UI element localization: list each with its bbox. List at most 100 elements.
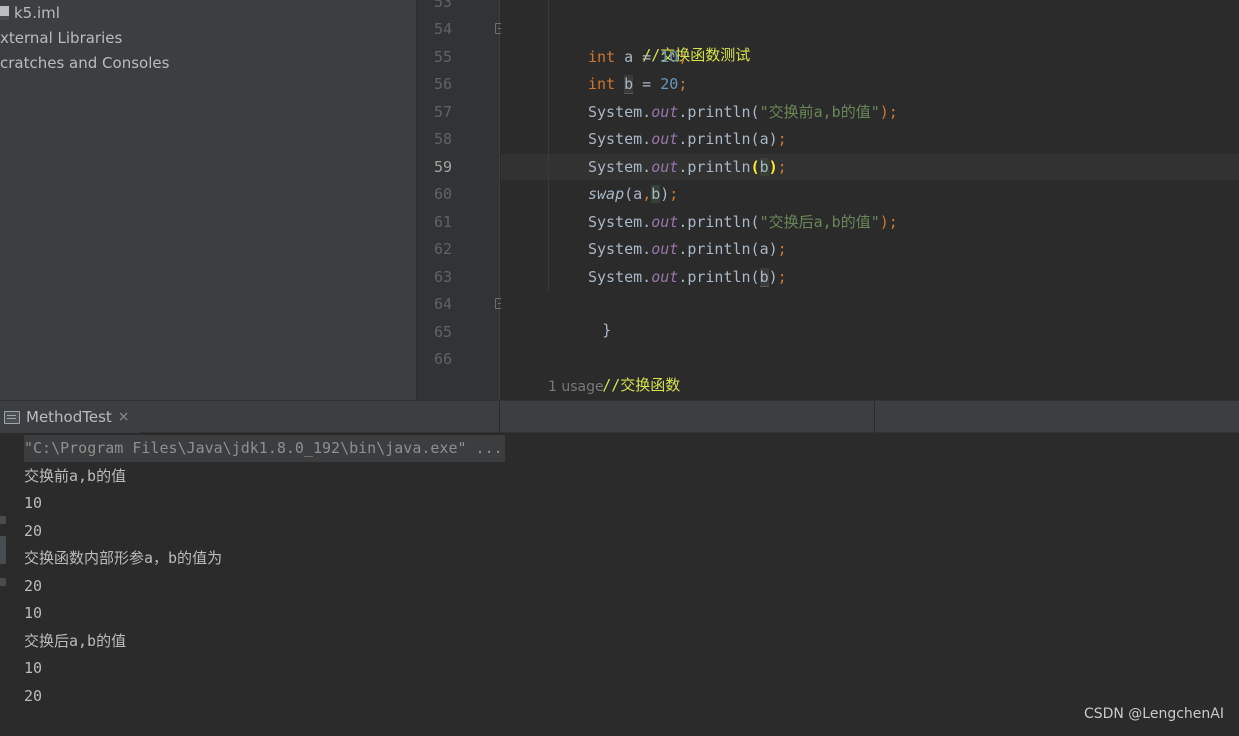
identifier-highlighted: b [759, 158, 769, 176]
comment: //交换函数 [602, 376, 681, 394]
method-name: swap [588, 185, 625, 203]
paren-match-close: ) [768, 158, 778, 176]
method-call: .println( [678, 103, 760, 121]
tab-label: MethodTest [26, 408, 112, 426]
line-number: 64 [433, 295, 452, 313]
statement-end: ); [879, 103, 898, 121]
statement-end: ; [777, 240, 787, 258]
semicolon: ; [678, 75, 688, 93]
console-line: 10 [24, 494, 43, 512]
class-ref: System. [588, 268, 652, 286]
static-field: out [651, 130, 679, 148]
semicolon: ; [678, 48, 688, 66]
divider [499, 401, 500, 434]
line-number: 65 [433, 323, 452, 341]
static-field: out [651, 213, 679, 231]
class-ref: System. [588, 213, 652, 231]
method-call: .println( [678, 268, 760, 286]
keyword: int [588, 75, 616, 93]
file-icon [0, 6, 9, 20]
line-number: 63 [433, 268, 452, 286]
project-tree-panel: k5.iml xternal Libraries cratches and Co… [0, 0, 417, 400]
code-line-55: int a = 10; [588, 44, 687, 70]
console-line: 20 [24, 577, 43, 595]
tree-item-label: cratches and Consoles [0, 54, 170, 72]
static-field: out [651, 103, 679, 121]
line-number: 57 [433, 103, 452, 121]
console-line: 10 [24, 659, 43, 677]
console-icon [4, 410, 20, 424]
line-number: 62 [433, 240, 452, 258]
code-editor[interactable]: //交换函数测试 int a = 10; int b = 20; System.… [501, 0, 1239, 400]
statement-end: ); [879, 213, 898, 231]
usage-hint[interactable]: 1 usage [548, 379, 604, 395]
watermark: CSDN @LengchenAI [1083, 706, 1224, 722]
console-line: 20 [24, 687, 43, 705]
code-line-57: System.out.println("交换前a,b的值"); [588, 99, 898, 125]
console-line: 交换函数内部形参a，b的值为 [24, 549, 223, 567]
operator: = [633, 48, 661, 66]
method-call: .println [678, 158, 751, 176]
code-line-64: } [548, 291, 611, 339]
method-call: .println( [678, 213, 760, 231]
line-number: 66 [433, 350, 452, 368]
line-number-current: 59 [433, 158, 452, 176]
operator: = [633, 75, 661, 93]
semicolon: ; [669, 185, 679, 203]
code-line-58: System.out.println(a); [588, 126, 787, 152]
code-line-63: System.out.println(b); [588, 264, 787, 290]
comma: , [642, 185, 652, 203]
method-call: .println(a) [678, 240, 778, 258]
statement-end: ; [777, 130, 787, 148]
close-icon[interactable]: × [118, 409, 130, 425]
console-output[interactable]: "C:\Program Files\Java\jdk1.8.0_192\bin\… [12, 434, 1239, 736]
code-line-66: //交换函数 [548, 346, 680, 394]
number: 20 [660, 75, 679, 93]
paren-close: ) [660, 185, 670, 203]
static-field: out [651, 268, 679, 286]
paren-close: ) [768, 268, 778, 286]
keyword: int [588, 48, 616, 66]
identifier-highlighted: b [651, 185, 661, 203]
scroll-marker [0, 578, 6, 586]
string-literal: "交换后a,b的值" [759, 213, 880, 231]
args: (a [624, 185, 643, 203]
code-line-60: swap(a,b); [588, 181, 678, 207]
console-side-strip [0, 434, 12, 736]
static-field: out [651, 158, 679, 176]
paren-match-open: ( [750, 158, 760, 176]
console-line: 20 [24, 522, 43, 540]
line-number: 54 [433, 20, 452, 38]
static-field: out [651, 240, 679, 258]
code-line-62: System.out.println(a); [588, 236, 787, 262]
code-line-56: int b = 20; [588, 71, 687, 97]
code-line-61: System.out.println("交换后a,b的值"); [588, 209, 898, 235]
indent-guide [548, 0, 549, 292]
tree-item-scratches-and-consoles[interactable]: cratches and Consoles [0, 51, 169, 75]
method-call: .println(a) [678, 130, 778, 148]
console-command-line: "C:\Program Files\Java\jdk1.8.0_192\bin\… [24, 435, 505, 462]
class-ref: System. [588, 158, 652, 176]
tree-item-label: k5.iml [14, 4, 60, 22]
code-line-54: //交换函数测试 [588, 16, 750, 64]
tree-item-external-libraries[interactable]: xternal Libraries [0, 26, 122, 50]
tab-method-test[interactable]: MethodTest × [0, 401, 140, 433]
run-toolwindow-header: MethodTest × [0, 400, 1239, 434]
closing-brace: } [602, 321, 612, 339]
string-literal: "交换前a,b的值" [759, 103, 880, 121]
editor-gutter: 53 54 55 56 57 58 59 60 61 62 63 64 65 6… [418, 0, 506, 400]
line-number: 58 [433, 130, 452, 148]
number: 10 [660, 48, 679, 66]
tree-item-k5-iml[interactable]: k5.iml [0, 1, 60, 25]
divider [874, 401, 875, 434]
console-line: 10 [24, 604, 43, 622]
identifier-highlighted: b [759, 268, 769, 287]
console-line: 交换前a,b的值 [24, 467, 127, 485]
semicolon: ; [777, 158, 787, 176]
console-line: 交换后a,b的值 [24, 632, 127, 650]
class-ref: System. [588, 130, 652, 148]
class-ref: System. [588, 240, 652, 258]
identifier: a [624, 48, 634, 66]
tree-item-label: xternal Libraries [0, 29, 123, 47]
semicolon: ; [777, 268, 787, 286]
